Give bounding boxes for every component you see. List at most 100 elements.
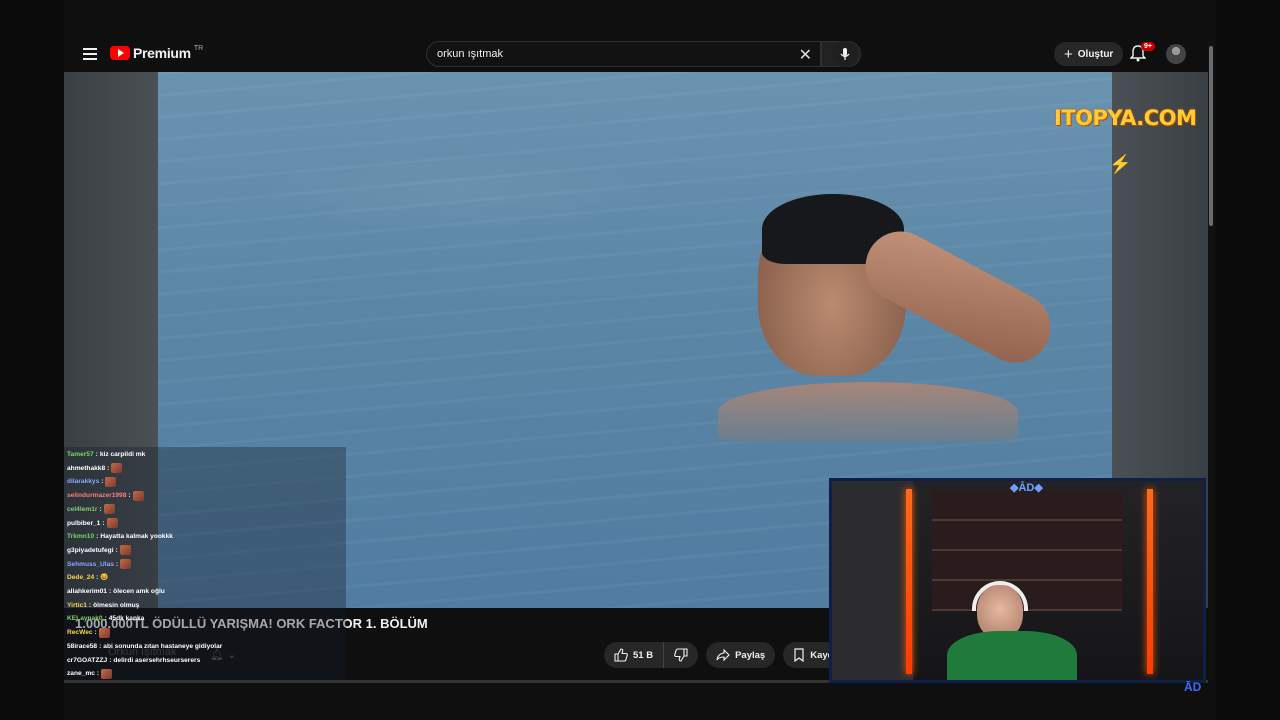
chat-emote-icon xyxy=(119,545,131,556)
chat-username: g3piyadetufegi xyxy=(67,546,114,554)
chat-message: Sehmuss_Ulas: xyxy=(67,558,132,571)
chat-separator: : xyxy=(96,533,99,541)
chat-username: Tamer57 xyxy=(67,451,94,458)
play-logo-icon xyxy=(110,46,130,60)
region-label: TR xyxy=(193,44,204,52)
chat-username: 58irace58 xyxy=(67,642,98,650)
chat-username: RecWec xyxy=(67,629,93,637)
notifications-button[interactable]: 9+ xyxy=(1129,42,1155,64)
chat-username: pulbiber_1 xyxy=(67,519,101,527)
notification-badge: 9+ xyxy=(1141,42,1155,51)
chat-separator: : xyxy=(101,478,104,486)
chat-message: Dede_24: 😆 xyxy=(67,571,109,584)
sponsor-watermark: ITOPYA.COM xyxy=(1054,106,1197,130)
chat-text: ölecen amk oğlu xyxy=(113,588,165,595)
neon-light-left xyxy=(906,489,912,674)
scrollbar-thumb[interactable] xyxy=(1209,46,1213,226)
search-input[interactable] xyxy=(437,48,737,60)
thumbs-up-icon xyxy=(614,648,628,662)
chat-username: allahkerim01 xyxy=(67,588,107,595)
chat-separator: : xyxy=(96,670,100,678)
chat-text: abi sonunda zıtan hastaneye gidiyolar xyxy=(103,642,223,650)
chat-separator: : xyxy=(104,615,107,623)
share-button[interactable]: Paylaş xyxy=(706,642,776,668)
chat-message: pulbiber_1: xyxy=(67,517,118,530)
chat-username: Dede_24 xyxy=(67,574,95,582)
chat-text: Hayatta kalmak yookkk xyxy=(100,533,173,541)
stream-chat-overlay: Tamer57: kiz carpildi mk ahmethakk8: dilara… xyxy=(64,447,346,680)
chat-text: delirdi asersehrhseurserers xyxy=(113,656,201,664)
brand-label: Premium xyxy=(133,45,191,61)
chat-username: Trkmn10 xyxy=(67,533,95,541)
streamer-logo-icon: ◆ĀD◆ xyxy=(1010,482,1043,494)
chat-emote-icon xyxy=(111,463,123,474)
chat-emote-icon xyxy=(103,504,115,515)
streamer-webcam: ◆ĀD◆ xyxy=(829,478,1206,683)
like-group: 51 B xyxy=(604,642,699,668)
chat-username: zane_mc xyxy=(67,670,95,678)
chat-emote-icon xyxy=(106,518,118,528)
youtube-logo[interactable]: Premium TR xyxy=(110,45,203,61)
chat-separator: : xyxy=(99,642,102,650)
like-count: 51 B xyxy=(633,649,654,661)
bookmark-icon xyxy=(794,648,804,662)
chat-emote-icon xyxy=(101,668,113,679)
chat-emote-icon xyxy=(105,476,117,487)
chat-text: 😆 xyxy=(100,574,109,582)
chat-text: kiz carpildi mk xyxy=(99,451,146,458)
close-icon[interactable]: ✕ xyxy=(799,45,812,65)
collectibles-shelf xyxy=(932,491,1122,611)
neon-light-right xyxy=(1147,489,1153,674)
chat-username: dilarakkys xyxy=(67,478,100,486)
chat-message: cr7GOATZZJ: delirdi asersehrhseurserers xyxy=(67,654,200,667)
video-actions: 51 B Paylaş Kaydet xyxy=(604,642,852,668)
share-label: Paylaş xyxy=(735,649,766,661)
thumbs-down-icon xyxy=(674,648,688,662)
chat-separator: : xyxy=(102,519,105,527)
chat-emote-icon xyxy=(98,627,110,638)
avatar[interactable] xyxy=(1166,44,1186,64)
plus-icon: + xyxy=(1064,45,1073,63)
chat-message: allahkerim01: ölecen amk oğlu xyxy=(67,585,165,598)
chat-username: Sehmuss_Ulas xyxy=(67,560,114,568)
voice-search-button[interactable] xyxy=(832,41,858,67)
sponsor-mark-icon: ⚡ xyxy=(1109,154,1132,174)
chat-username: Yirtic1 xyxy=(67,601,87,609)
share-icon xyxy=(716,648,730,662)
dislike-button[interactable] xyxy=(664,642,699,668)
chat-separator: : xyxy=(94,629,97,637)
chat-message: Tamer57: kiz carpildi mk xyxy=(67,448,145,461)
chat-message: cel4lem1r: xyxy=(67,503,115,516)
chat-separator: : xyxy=(88,601,92,609)
chat-username: KELaynak0 xyxy=(67,615,103,623)
mic-icon xyxy=(840,48,850,60)
create-button[interactable]: + Oluştur xyxy=(1054,42,1124,66)
chat-separator: : xyxy=(99,505,102,513)
chat-message: zane_mc: xyxy=(67,667,113,680)
chat-separator: : xyxy=(128,492,131,500)
chat-emote-icon xyxy=(132,490,144,501)
like-button[interactable]: 51 B xyxy=(604,642,665,668)
chat-separator: : xyxy=(95,451,98,458)
create-label: Oluştur xyxy=(1077,48,1114,60)
top-bar: Premium TR ✕ + Oluştur 9+ xyxy=(64,36,1208,72)
chat-message: selindurmazer1998: xyxy=(67,489,144,502)
streamer-body xyxy=(947,631,1077,680)
chat-message: Trkmn10: Hayatta kalmak yookkk xyxy=(67,530,173,543)
chat-text: 45dk kanka xyxy=(108,615,145,623)
chat-separator: : xyxy=(96,574,99,582)
chat-message: Yirtic1: ölmesin olmuş xyxy=(67,599,139,612)
chat-emote-icon xyxy=(120,559,132,570)
chat-message: RecWec: xyxy=(67,626,110,639)
menu-icon[interactable] xyxy=(80,44,100,64)
search-box[interactable]: ✕ xyxy=(426,41,821,67)
chat-username: cel4lem1r xyxy=(67,505,98,513)
chat-username: selindurmazer1998 xyxy=(67,492,127,500)
chat-separator: : xyxy=(108,588,112,595)
corner-logo-icon: ĀD xyxy=(1184,680,1202,694)
chat-separator: : xyxy=(109,656,112,664)
chat-message: dilarakkys: xyxy=(67,475,117,488)
chat-username: ahmethakk8 xyxy=(67,464,106,472)
chat-separator: : xyxy=(115,560,119,568)
chat-username: cr7GOATZZJ xyxy=(67,656,108,664)
